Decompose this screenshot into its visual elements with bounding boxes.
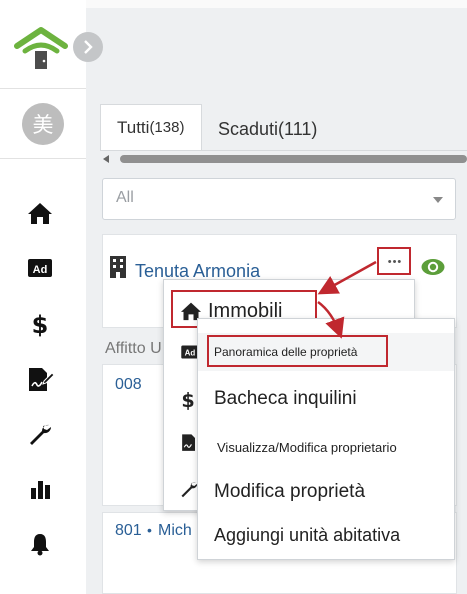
- menu-item-view-edit-owner-label: Visualizza/Modifica proprietario: [217, 439, 397, 455]
- avatar-label: 美: [32, 113, 54, 137]
- caret-down-icon: [433, 197, 443, 203]
- collapse-sidebar-button[interactable]: [73, 32, 103, 62]
- status-filter-value: All: [116, 189, 134, 206]
- menu-item-view-edit-owner[interactable]: Visualizza/Modifica proprietario: [198, 427, 454, 467]
- status-filter-select[interactable]: All: [102, 178, 456, 220]
- tab-all[interactable]: Tutti (138): [100, 104, 202, 150]
- unit-number-link[interactable]: 801: [115, 522, 142, 540]
- svg-text:Ad: Ad: [33, 264, 48, 276]
- menu-item-tenant-board[interactable]: Bacheca inquilini: [198, 379, 454, 419]
- menu-item-edit-property[interactable]: Modifica proprietà: [198, 472, 454, 512]
- bar-chart-icon[interactable]: [26, 475, 54, 503]
- top-bar: [86, 0, 467, 92]
- unit-tenant-link[interactable]: Mich: [158, 522, 192, 540]
- scrollbar-thumb[interactable]: [120, 155, 467, 163]
- building-icon: [110, 256, 126, 278]
- section-label: Affitto U: [105, 340, 162, 357]
- tab-expired-label: Scaduti: [218, 118, 279, 139]
- signature-icon[interactable]: [26, 366, 54, 394]
- tab-all-count: (138): [149, 119, 185, 136]
- eye-icon[interactable]: [420, 256, 446, 283]
- tab-all-label: Tutti: [117, 117, 150, 137]
- horizontal-scrollbar[interactable]: [102, 153, 467, 165]
- scroll-left-arrow-icon[interactable]: [102, 155, 110, 163]
- chevron-right-icon: [84, 40, 93, 54]
- bell-icon[interactable]: [26, 530, 54, 558]
- more-options-highlight: [377, 247, 411, 275]
- svg-text:$: $: [181, 389, 194, 412]
- avatar[interactable]: 美: [22, 103, 64, 145]
- tab-expired[interactable]: Scaduti (111): [218, 106, 317, 152]
- home-icon[interactable]: [26, 199, 54, 227]
- dollar-icon[interactable]: $: [180, 388, 196, 417]
- sidebar: 美 Ad $: [0, 0, 86, 594]
- wrench-icon[interactable]: [180, 480, 198, 503]
- dollar-icon[interactable]: $: [26, 310, 54, 338]
- overview-highlight: [207, 335, 388, 367]
- unit-number-link[interactable]: 008: [115, 376, 142, 394]
- menu-item-tenant-board-label: Bacheca inquilini: [214, 388, 357, 409]
- unit-separator: •: [147, 522, 152, 538]
- tab-underline: [100, 150, 467, 151]
- menu-item-add-unit-label: Aggiungi unità abitativa: [214, 524, 401, 545]
- menu-item-edit-property-label: Modifica proprietà: [214, 481, 366, 502]
- svg-text:$: $: [32, 311, 49, 338]
- wrench-icon[interactable]: [26, 420, 54, 448]
- svg-text:Ad: Ad: [185, 349, 196, 358]
- logo-icon[interactable]: [14, 24, 68, 72]
- ad-icon[interactable]: Ad: [26, 254, 54, 282]
- tab-expired-count: (111): [278, 118, 318, 139]
- menu-item-add-unit[interactable]: Aggiungi unità abitativa: [198, 516, 454, 554]
